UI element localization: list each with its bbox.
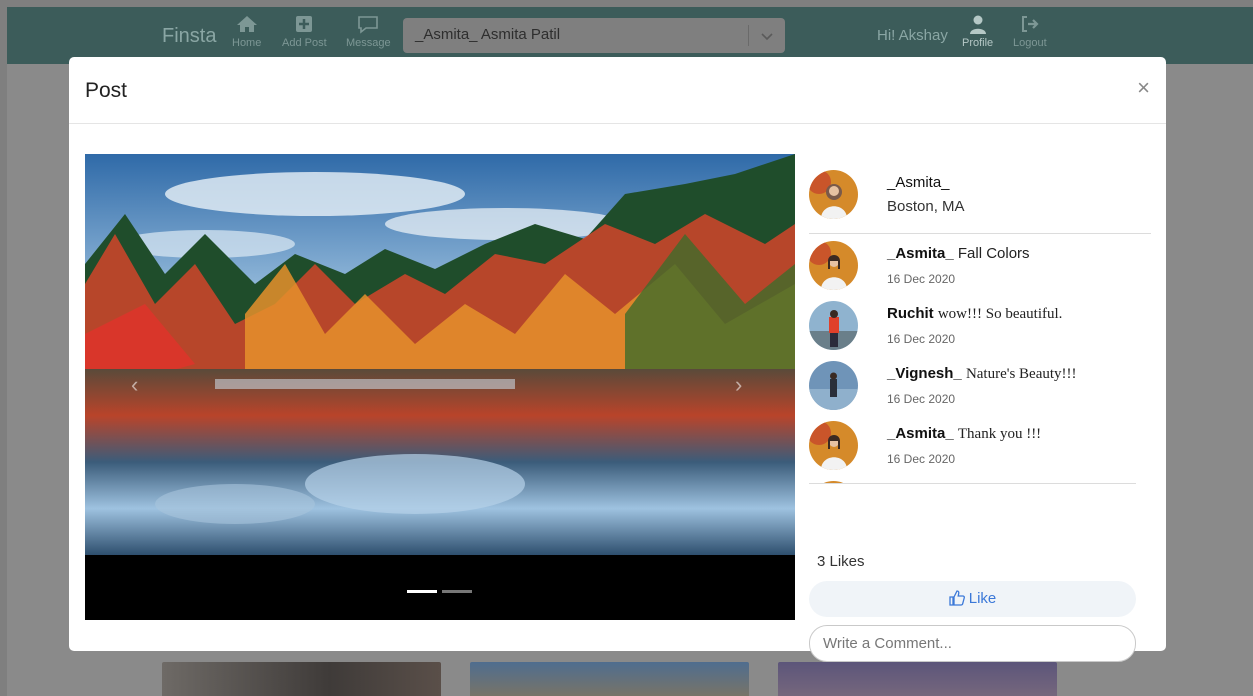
comment-text: Fall Colors xyxy=(957,245,1030,262)
comment-item-partial xyxy=(809,475,1136,483)
author-location: Boston, MA xyxy=(887,198,965,215)
top-navbar: Finsta Home Add Post Message _Asmita_ As… xyxy=(7,7,1253,64)
nav-message-label: Message xyxy=(346,37,391,49)
greeting-text: Hi! Akshay xyxy=(877,27,948,44)
comment-text: Nature's Beauty!!! xyxy=(965,366,1077,382)
comment-username[interactable]: _Vignesh_ xyxy=(887,365,962,382)
post-photo xyxy=(85,154,795,555)
post-author: _Asmita_ Boston, MA xyxy=(809,154,1151,234)
logout-icon xyxy=(1013,15,1047,37)
select-separator xyxy=(748,25,749,46)
nav-profile-label: Profile xyxy=(962,37,994,49)
search-select-value: _Asmita_ Asmita Patil xyxy=(415,26,561,43)
comment-username[interactable]: Ruchit xyxy=(887,305,934,322)
carousel-prev-icon[interactable]: ‹ xyxy=(131,372,138,398)
nav-profile[interactable]: Profile xyxy=(962,15,993,49)
home-icon xyxy=(232,15,261,37)
comment-text: Thank you !!! xyxy=(957,426,1042,442)
comment-input[interactable] xyxy=(809,625,1136,662)
comment-line: _Vignesh_ Nature's Beauty!!! xyxy=(887,365,1077,383)
comment-date: 16 Dec 2020 xyxy=(887,452,956,466)
comment-item: _Vignesh_ Nature's Beauty!!! 16 Dec 2020 xyxy=(809,355,1136,415)
nav-home[interactable]: Home xyxy=(232,15,261,49)
chevron-down-icon[interactable] xyxy=(761,28,773,45)
avatar[interactable] xyxy=(809,481,858,483)
user-icon xyxy=(962,15,993,37)
message-icon xyxy=(346,15,391,37)
image-carousel: ‹ › xyxy=(85,154,795,620)
post-thumbnail[interactable] xyxy=(162,662,441,696)
nav-add-post[interactable]: Add Post xyxy=(282,15,327,49)
comment-line: _Asmita_ Fall Colors xyxy=(887,245,1030,262)
modal-title: Post xyxy=(85,79,128,102)
add-post-icon xyxy=(282,15,327,37)
avatar[interactable] xyxy=(809,301,858,350)
post-thumbnail[interactable] xyxy=(778,662,1057,696)
close-button[interactable]: × xyxy=(1137,77,1150,99)
modal-header: Post × xyxy=(69,57,1166,124)
comment-date: 16 Dec 2020 xyxy=(887,272,956,286)
carousel-indicator[interactable] xyxy=(442,590,472,593)
comment-text: wow!!! So beautiful. xyxy=(937,306,1063,322)
comment-line: Ruchit wow!!! So beautiful. xyxy=(887,305,1062,323)
nav-add-post-label: Add Post xyxy=(282,37,327,49)
comments-list[interactable]: _Asmita_ Fall Colors 16 Dec 2020 Ruchit … xyxy=(809,235,1136,484)
comment-date: 16 Dec 2020 xyxy=(887,392,956,406)
comment-username[interactable]: _Asmita_ xyxy=(887,425,954,442)
avatar[interactable] xyxy=(809,241,858,290)
nav-home-label: Home xyxy=(232,37,262,49)
likes-count: 3 Likes xyxy=(817,553,865,570)
like-button[interactable]: Like xyxy=(809,581,1136,617)
comment-username[interactable]: _Asmita_ xyxy=(887,245,954,262)
avatar[interactable] xyxy=(809,421,858,470)
nav-logout-label: Logout xyxy=(1013,37,1047,49)
comment-item: Ruchit wow!!! So beautiful. 16 Dec 2020 xyxy=(809,295,1136,355)
brand-logo[interactable]: Finsta xyxy=(162,25,216,48)
carousel-indicator[interactable] xyxy=(407,590,437,593)
carousel-next-icon[interactable]: › xyxy=(735,372,742,398)
comment-line: _Asmita_ Thank you !!! xyxy=(887,425,1041,443)
post-modal: Post × ‹ › _Asmita_ Boston, MA _Asmita_ … xyxy=(69,57,1166,662)
comment-date: 16 Dec 2020 xyxy=(887,332,956,346)
thumbs-up-icon xyxy=(949,590,965,606)
author-username[interactable]: _Asmita_ xyxy=(887,174,950,191)
avatar[interactable] xyxy=(809,361,858,410)
user-search-select[interactable]: _Asmita_ Asmita Patil xyxy=(403,18,785,53)
nav-logout[interactable]: Logout xyxy=(1013,15,1047,49)
avatar[interactable] xyxy=(809,170,858,219)
post-thumbnail[interactable] xyxy=(470,662,749,696)
like-button-label: Like xyxy=(968,590,997,607)
comment-item: _Asmita_ Thank you !!! 16 Dec 2020 xyxy=(809,415,1136,475)
carousel-indicators xyxy=(407,590,472,593)
nav-message[interactable]: Message xyxy=(346,15,391,49)
comment-item: _Asmita_ Fall Colors 16 Dec 2020 xyxy=(809,235,1136,295)
post-details-panel: _Asmita_ Boston, MA _Asmita_ Fall Colors… xyxy=(809,154,1151,662)
